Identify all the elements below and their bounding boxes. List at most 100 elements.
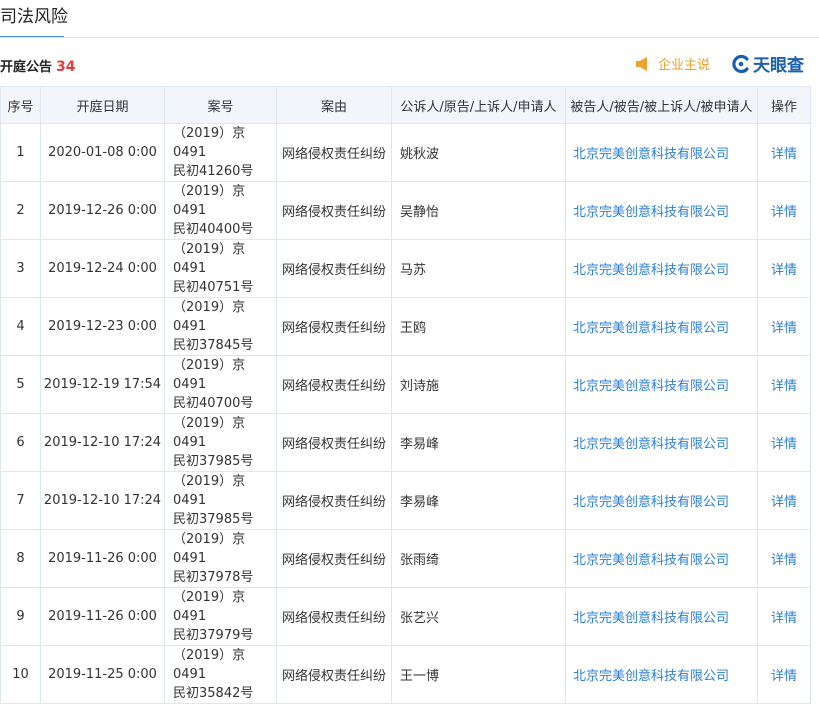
- row-cause: 网络侵权责任纠纷: [276, 413, 392, 472]
- row-plaintiff: 张艺兴: [391, 587, 566, 646]
- case-no-line2: 民初37985号: [173, 454, 254, 469]
- row-defendant-link[interactable]: 北京完美创意科技有限公司: [565, 181, 758, 240]
- case-no-line2: 民初37985号: [173, 512, 254, 527]
- row-date: 2019-12-26 0:00: [40, 181, 165, 240]
- row-case-no: （2019）京0491 民初35842号: [164, 645, 277, 704]
- row-no: 7: [0, 471, 41, 530]
- row-date: 2019-11-25 0:00: [40, 645, 165, 704]
- case-no-line1: （2019）京0491: [173, 358, 246, 392]
- row-case-no: （2019）京0491 民初40400号: [164, 181, 277, 240]
- logo-text: 天眼查: [753, 56, 804, 76]
- row-plaintiff: 张雨绮: [391, 529, 566, 588]
- row-plaintiff: 姚秋波: [391, 123, 566, 182]
- row-no: 10: [0, 645, 41, 704]
- case-no-line1: （2019）京0491: [173, 126, 246, 160]
- table-row: 2 2019-12-26 0:00 （2019）京0491 民初40400号 网络…: [0, 181, 811, 240]
- promo-link[interactable]: 企业主说: [635, 54, 710, 73]
- row-defendant-link[interactable]: 北京完美创意科技有限公司: [565, 471, 758, 530]
- promo-label: 企业主说: [658, 58, 711, 73]
- row-detail-link[interactable]: 详情: [757, 181, 811, 240]
- row-detail-link[interactable]: 详情: [757, 123, 811, 182]
- row-defendant-link[interactable]: 北京完美创意科技有限公司: [565, 297, 758, 356]
- case-no-line2: 民初40751号: [173, 280, 254, 295]
- header-cause: 案由: [276, 86, 392, 124]
- row-date: 2019-12-10 17:24: [40, 413, 165, 472]
- case-no-line1: （2019）京0491: [173, 184, 246, 218]
- row-defendant-link[interactable]: 北京完美创意科技有限公司: [565, 587, 758, 646]
- row-plaintiff: 王一博: [391, 645, 566, 704]
- row-detail-link[interactable]: 详情: [757, 529, 811, 588]
- case-no-line2: 民初37845号: [173, 338, 254, 353]
- row-cause: 网络侵权责任纠纷: [276, 239, 392, 298]
- row-cause: 网络侵权责任纠纷: [276, 297, 392, 356]
- header-case-no: 案号: [164, 86, 277, 124]
- row-plaintiff: 马苏: [391, 239, 566, 298]
- row-date: 2019-11-26 0:00: [40, 587, 165, 646]
- row-case-no: （2019）京0491 民初40700号: [164, 355, 277, 414]
- row-no: 8: [0, 529, 41, 588]
- row-no: 6: [0, 413, 41, 472]
- table-row: 5 2019-12-19 17:54 （2019）京0491 民初40700号 网…: [0, 355, 811, 414]
- header-action: 操作: [757, 86, 811, 124]
- row-case-no: （2019）京0491 民初37979号: [164, 587, 277, 646]
- row-defendant-link[interactable]: 北京完美创意科技有限公司: [565, 413, 758, 472]
- row-cause: 网络侵权责任纠纷: [276, 587, 392, 646]
- row-detail-link[interactable]: 详情: [757, 645, 811, 704]
- row-detail-link[interactable]: 详情: [757, 471, 811, 530]
- case-no-line2: 民初35842号: [173, 686, 254, 701]
- row-cause: 网络侵权责任纠纷: [276, 181, 392, 240]
- court-notice-table: 序号 开庭日期 案号 案由 公诉人/原告/上诉人/申请人 被告人/被告/被上诉人…: [0, 86, 811, 704]
- row-no: 3: [0, 239, 41, 298]
- row-cause: 网络侵权责任纠纷: [276, 529, 392, 588]
- row-defendant-link[interactable]: 北京完美创意科技有限公司: [565, 529, 758, 588]
- row-plaintiff: 李易峰: [391, 471, 566, 530]
- case-no-line1: （2019）京0491: [173, 532, 246, 566]
- tab-divider: [0, 37, 819, 38]
- row-plaintiff: 李易峰: [391, 413, 566, 472]
- row-defendant-link[interactable]: 北京完美创意科技有限公司: [565, 239, 758, 298]
- header-defendant: 被告人/被告/被上诉人/被申请人: [565, 86, 758, 124]
- row-defendant-link[interactable]: 北京完美创意科技有限公司: [565, 645, 758, 704]
- row-cause: 网络侵权责任纠纷: [276, 471, 392, 530]
- row-case-no: （2019）京0491 民初41260号: [164, 123, 277, 182]
- row-defendant-link[interactable]: 北京完美创意科技有限公司: [565, 123, 758, 182]
- row-cause: 网络侵权责任纠纷: [276, 123, 392, 182]
- row-defendant-link[interactable]: 北京完美创意科技有限公司: [565, 355, 758, 414]
- row-detail-link[interactable]: 详情: [757, 239, 811, 298]
- case-no-line1: （2019）京0491: [173, 416, 246, 450]
- row-date: 2019-12-24 0:00: [40, 239, 165, 298]
- speaker-icon: [636, 56, 647, 71]
- case-no-line1: （2019）京0491: [173, 648, 246, 682]
- row-detail-link[interactable]: 详情: [757, 413, 811, 472]
- row-case-no: （2019）京0491 民初37985号: [164, 471, 277, 530]
- case-no-line2: 民初37979号: [173, 628, 254, 643]
- row-case-no: （2019）京0491 民初37985号: [164, 413, 277, 472]
- table-row: 1 2020-01-08 0:00 （2019）京0491 民初41260号 网络…: [0, 123, 811, 182]
- case-no-line2: 民初37978号: [173, 570, 254, 585]
- logo-mark-icon: [732, 54, 749, 73]
- row-no: 4: [0, 297, 41, 356]
- row-no: 9: [0, 587, 41, 646]
- row-no: 2: [0, 181, 41, 240]
- tab-judicial-risk[interactable]: 司法风险: [0, 0, 68, 38]
- case-no-line1: （2019）京0491: [173, 474, 246, 508]
- section-count: 34: [56, 59, 76, 75]
- table-row: 4 2019-12-23 0:00 （2019）京0491 民初37845号 网络…: [0, 297, 811, 356]
- row-date: 2019-12-10 17:24: [40, 471, 165, 530]
- case-no-line1: （2019）京0491: [173, 242, 246, 276]
- case-no-line2: 民初41260号: [173, 164, 254, 179]
- case-no-line1: （2019）京0491: [173, 300, 246, 334]
- header-plaintiff: 公诉人/原告/上诉人/申请人: [391, 86, 566, 124]
- row-detail-link[interactable]: 详情: [757, 297, 811, 356]
- table-header-row: 序号 开庭日期 案号 案由 公诉人/原告/上诉人/申请人 被告人/被告/被上诉人…: [0, 86, 811, 124]
- row-detail-link[interactable]: 详情: [757, 587, 811, 646]
- case-no-line2: 民初40400号: [173, 222, 254, 237]
- row-detail-link[interactable]: 详情: [757, 355, 811, 414]
- header-no: 序号: [0, 86, 41, 124]
- row-plaintiff: 吴静怡: [391, 181, 566, 240]
- row-cause: 网络侵权责任纠纷: [276, 645, 392, 704]
- logo: 天眼查: [731, 51, 804, 76]
- section-title-label: 开庭公告: [0, 60, 53, 75]
- row-date: 2019-11-26 0:00: [40, 529, 165, 588]
- table-row: 6 2019-12-10 17:24 （2019）京0491 民初37985号 网…: [0, 413, 811, 472]
